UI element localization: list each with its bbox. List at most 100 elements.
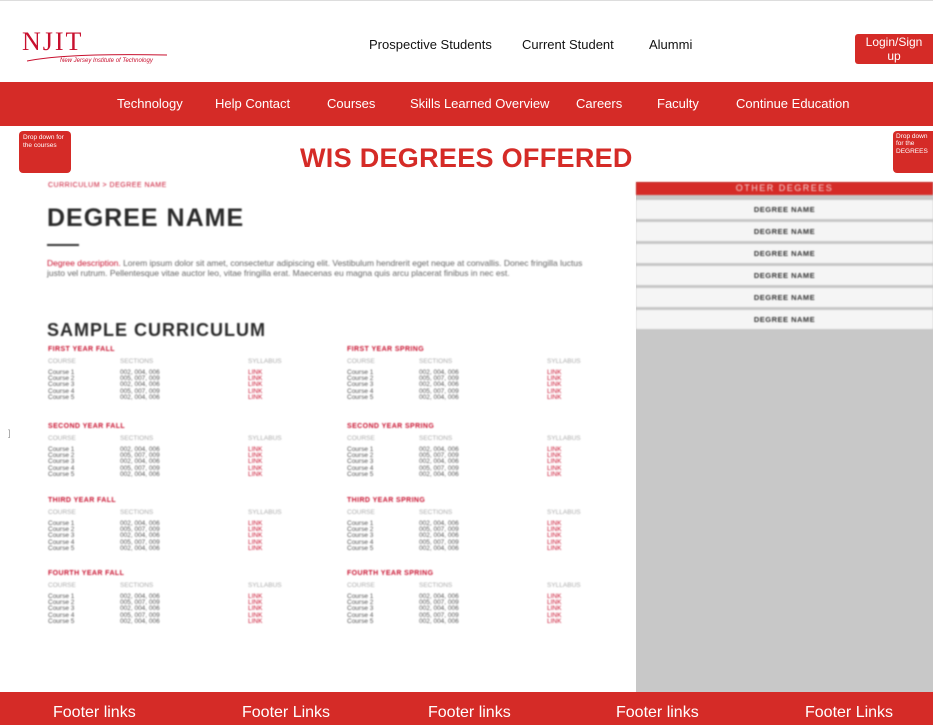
main-nav: Technology Help Contact Courses Skills L… bbox=[0, 82, 933, 126]
course-name: Course 5 bbox=[48, 617, 75, 625]
table-row: Course 5 002, 004, 006 LINK bbox=[48, 393, 298, 401]
courses-dropdown-button[interactable]: Drop down for the courses bbox=[19, 131, 71, 173]
title-divider bbox=[47, 244, 79, 246]
semester-block: THIRD YEAR FALL COURSE SECTIONS SYLLABUS Cou… bbox=[48, 497, 298, 552]
column-header-course: COURSE bbox=[48, 358, 76, 365]
course-name: Course 5 bbox=[48, 393, 75, 401]
column-header-syllabus: SYLLABUS bbox=[547, 509, 581, 516]
sidebar-item-degree[interactable]: DEGREE NAME bbox=[636, 266, 933, 285]
syllabus-link[interactable]: LINK bbox=[248, 618, 298, 625]
syllabus-link[interactable]: LINK bbox=[248, 545, 298, 552]
footer-link[interactable]: Footer links bbox=[53, 704, 136, 722]
column-header-syllabus: SYLLABUS bbox=[248, 435, 282, 442]
scroll-edge-marker: ] bbox=[8, 428, 11, 438]
semester-block: FOURTH YEAR FALL COURSE SECTIONS SYLLABUS Co… bbox=[48, 570, 298, 625]
course-sections: 002, 004, 006 bbox=[120, 393, 160, 401]
syllabus-link[interactable]: LINK bbox=[248, 394, 298, 401]
nav-item-careers[interactable]: Careers bbox=[576, 96, 622, 111]
table-row: Course 5 002, 004, 006 LINK bbox=[48, 470, 298, 478]
footer-link[interactable]: Footer links bbox=[616, 704, 699, 722]
column-header-sections: SECTIONS bbox=[120, 582, 154, 589]
breadcrumb[interactable]: CURRICULUM > DEGREE NAME bbox=[48, 182, 167, 189]
syllabus-link[interactable]: LINK bbox=[547, 394, 597, 401]
semester-block: SECOND YEAR FALL COURSE SECTIONS SYLLABUS Co… bbox=[48, 423, 298, 478]
sidebar-item-degree[interactable]: DEGREE NAME bbox=[636, 310, 933, 329]
link-alumni[interactable]: Alummi bbox=[649, 37, 692, 52]
semester-column-headers: COURSE SECTIONS SYLLABUS bbox=[347, 358, 597, 365]
column-header-course: COURSE bbox=[347, 582, 375, 589]
course-name: Course 5 bbox=[347, 544, 374, 552]
course-name: Course 5 bbox=[347, 470, 374, 478]
table-row: Course 5 002, 004, 006 LINK bbox=[48, 617, 298, 625]
footer-link[interactable]: Footer Links bbox=[242, 704, 330, 722]
degrees-dropdown-button[interactable]: Drop down for the DEGREES bbox=[893, 131, 933, 173]
sidebar-item-degree[interactable]: DEGREE NAME bbox=[636, 200, 933, 219]
column-header-syllabus: SYLLABUS bbox=[248, 582, 282, 589]
column-header-sections: SECTIONS bbox=[419, 582, 453, 589]
column-header-sections: SECTIONS bbox=[120, 435, 154, 442]
semester-column-headers: COURSE SECTIONS SYLLABUS bbox=[48, 509, 298, 516]
sidebar-header: OTHER DEGREES bbox=[636, 182, 933, 195]
logo-subtitle: New Jersey Institute of Technology bbox=[60, 58, 153, 64]
column-header-syllabus: SYLLABUS bbox=[248, 509, 282, 516]
link-prospective-students[interactable]: Prospective Students bbox=[369, 37, 492, 52]
course-sections: 002, 004, 006 bbox=[419, 393, 459, 401]
semester-title: SECOND YEAR SPRING bbox=[347, 423, 435, 430]
nav-item-courses[interactable]: Courses bbox=[327, 96, 375, 111]
semester-column-headers: COURSE SECTIONS SYLLABUS bbox=[347, 582, 597, 589]
link-current-student[interactable]: Current Student bbox=[522, 37, 614, 52]
semester-column-headers: COURSE SECTIONS SYLLABUS bbox=[48, 358, 298, 365]
footer-link[interactable]: Footer Links bbox=[805, 704, 893, 722]
syllabus-link[interactable]: LINK bbox=[547, 471, 597, 478]
semester-title: FOURTH YEAR FALL bbox=[48, 570, 125, 577]
table-row: Course 5 002, 004, 006 LINK bbox=[347, 393, 597, 401]
page-title: WIS DEGREES OFFERED bbox=[300, 143, 633, 173]
column-header-sections: SECTIONS bbox=[419, 435, 453, 442]
sidebar-item-degree[interactable]: DEGREE NAME bbox=[636, 244, 933, 263]
syllabus-link[interactable]: LINK bbox=[547, 618, 597, 625]
course-name: Course 5 bbox=[347, 617, 374, 625]
semester-title: FIRST YEAR FALL bbox=[48, 346, 115, 353]
sidebar-item-degree[interactable]: DEGREE NAME bbox=[636, 222, 933, 241]
column-header-sections: SECTIONS bbox=[120, 358, 154, 365]
syllabus-link[interactable]: LINK bbox=[248, 471, 298, 478]
table-row: Course 5 002, 004, 006 LINK bbox=[347, 470, 597, 478]
course-name: Course 5 bbox=[48, 470, 75, 478]
table-row: Course 5 002, 004, 006 LINK bbox=[48, 545, 298, 552]
column-header-syllabus: SYLLABUS bbox=[547, 582, 581, 589]
semester-block: FIRST YEAR SPRING COURSE SECTIONS SYLLABUS C… bbox=[347, 346, 597, 401]
nav-item-help-contact[interactable]: Help Contact bbox=[215, 96, 290, 111]
column-header-course: COURSE bbox=[48, 509, 76, 516]
semester-title: FOURTH YEAR SPRING bbox=[347, 570, 434, 577]
njit-logo[interactable]: NJIT New Jersey Institute of Technology bbox=[22, 27, 172, 73]
column-header-course: COURSE bbox=[347, 435, 375, 442]
syllabus-link[interactable]: LINK bbox=[547, 545, 597, 552]
semester-column-headers: COURSE SECTIONS SYLLABUS bbox=[347, 509, 597, 516]
course-sections: 002, 004, 006 bbox=[419, 470, 459, 478]
footer: Footer links Footer Links Footer links F… bbox=[0, 692, 933, 725]
semester-title: THIRD YEAR FALL bbox=[48, 497, 117, 504]
nav-item-technology[interactable]: Technology bbox=[117, 96, 183, 111]
nav-item-skills-learned[interactable]: Skills Learned Overview bbox=[410, 96, 549, 111]
column-header-course: COURSE bbox=[347, 509, 375, 516]
login-signup-button[interactable]: Login/Sign up bbox=[855, 34, 933, 64]
semester-block: FOURTH YEAR SPRING COURSE SECTIONS SYLLABUS… bbox=[347, 570, 597, 625]
sidebar-item-degree[interactable]: DEGREE NAME bbox=[636, 288, 933, 307]
column-header-course: COURSE bbox=[347, 358, 375, 365]
course-sections: 002, 004, 006 bbox=[419, 617, 459, 625]
course-sections: 002, 004, 006 bbox=[419, 544, 459, 552]
semester-block: SECOND YEAR SPRING COURSE SECTIONS SYLLABUS… bbox=[347, 423, 597, 478]
nav-item-faculty[interactable]: Faculty bbox=[657, 96, 699, 111]
footer-link[interactable]: Footer links bbox=[428, 704, 511, 722]
nav-item-continue-education[interactable]: Continue Education bbox=[736, 96, 849, 111]
column-header-course: COURSE bbox=[48, 582, 76, 589]
column-header-syllabus: SYLLABUS bbox=[248, 358, 282, 365]
column-header-syllabus: SYLLABUS bbox=[547, 435, 581, 442]
description-body: Lorem ipsum dolor sit amet, consectetur … bbox=[47, 258, 583, 278]
semester-title: FIRST YEAR SPRING bbox=[347, 346, 425, 353]
column-header-syllabus: SYLLABUS bbox=[547, 358, 581, 365]
table-row: Course 5 002, 004, 006 LINK bbox=[347, 617, 597, 625]
semester-column-headers: COURSE SECTIONS SYLLABUS bbox=[347, 435, 597, 442]
other-degrees-sidebar: OTHER DEGREES DEGREE NAME DEGREE NAME DE… bbox=[636, 182, 933, 692]
semester-title: THIRD YEAR SPRING bbox=[347, 497, 426, 504]
